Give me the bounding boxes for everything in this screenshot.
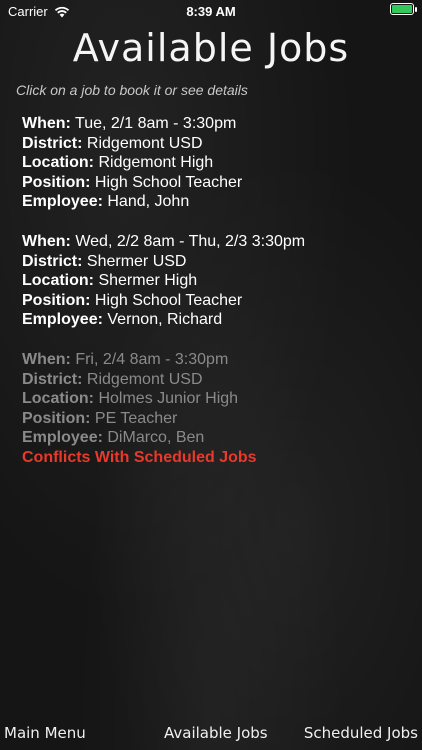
district-label: District: [22, 252, 83, 270]
job-district: Ridgemont USD [86, 134, 203, 152]
district-label: District: [22, 134, 83, 152]
when-label: When: [22, 351, 71, 368]
job-position: High School Teacher [94, 291, 243, 309]
battery-icon [390, 3, 417, 15]
position-label: Position: [22, 409, 91, 427]
job-employee: DiMarco, Ben [107, 429, 205, 446]
clock: 8:39 AM [186, 4, 236, 19]
when-label: When: [22, 233, 71, 250]
tab-scheduled-jobs[interactable]: Scheduled Jobs [304, 724, 418, 742]
job-item[interactable]: When: Wed, 2/2 8am - Thu, 2/3 3:30pm Dis… [22, 232, 305, 330]
job-position: PE Teacher [94, 409, 178, 427]
district-label: District: [22, 370, 83, 388]
job-employee: Hand, John [107, 193, 190, 210]
tab-bar: Main Menu Available Jobs Scheduled Jobs [0, 720, 422, 750]
job-item[interactable]: When: Tue, 2/1 8am - 3:30pm District: Ri… [22, 114, 242, 212]
employee-label: Employee: [22, 193, 103, 210]
job-location: Shermer High [98, 272, 198, 289]
tab-available-jobs[interactable]: Available Jobs [164, 724, 268, 742]
page-title: Available Jobs [72, 26, 350, 70]
job-when: Wed, 2/2 8am - Thu, 2/3 3:30pm [75, 233, 306, 250]
location-label: Location: [22, 154, 94, 171]
position-label: Position: [22, 291, 91, 309]
conflict-warning: Conflicts With Scheduled Jobs [22, 448, 257, 466]
position-label: Position: [22, 173, 91, 191]
job-item-conflicting[interactable]: When: Fri, 2/4 8am - 3:30pm District: Ri… [22, 350, 257, 467]
status-bar: Carrier 8:39 AM [0, 0, 422, 22]
job-when: Fri, 2/4 8am - 3:30pm [75, 351, 229, 368]
job-location: Holmes Junior High [98, 390, 239, 407]
tab-main-menu[interactable]: Main Menu [4, 724, 86, 742]
job-employee: Vernon, Richard [107, 311, 223, 328]
when-label: When: [22, 115, 71, 132]
location-label: Location: [22, 272, 94, 289]
employee-label: Employee: [22, 311, 103, 328]
job-when: Tue, 2/1 8am - 3:30pm [75, 115, 237, 132]
job-location: Ridgemont High [98, 154, 214, 171]
job-district: Ridgemont USD [86, 370, 203, 388]
job-district: Shermer USD [86, 252, 187, 270]
job-position: High School Teacher [94, 173, 243, 191]
employee-label: Employee: [22, 429, 103, 446]
location-label: Location: [22, 390, 94, 407]
page-subtitle: Click on a job to book it or see details [16, 82, 248, 98]
